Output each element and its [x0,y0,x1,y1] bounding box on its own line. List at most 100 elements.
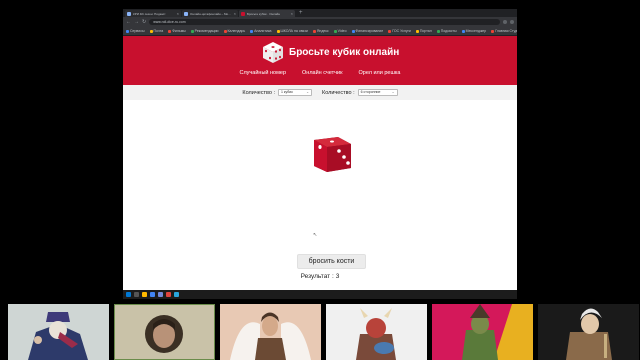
nav-link-random-number[interactable]: Случайный номер [240,70,287,76]
back-arrow-icon[interactable]: ← [126,19,131,25]
tab-title: КРИ 4th сезон: Подкаст [133,11,166,16]
bookmark-favicon-icon [168,29,172,33]
dice-sides-control: Количество : 6 сторонние ⌄ [322,89,398,96]
dice-count-select[interactable]: 1 кубик ⌄ [278,89,312,96]
bookmark-favicon-icon [333,29,337,33]
site-title: Бросьте кубик онлайн [289,46,400,58]
bookmark-item[interactable]: Фильмы [168,29,186,33]
bookmark-favicon-icon [223,29,227,33]
taskbar [123,290,517,299]
participant-avatar-2 [114,304,215,360]
bookmark-item[interactable]: Календарь [223,29,246,33]
bookmark-label: Календарь [227,29,246,33]
mouse-pointer-icon: ↖ [313,232,318,238]
bookmark-label: Яндекс [316,29,329,33]
dice-controls: Количество : 1 кубик ⌄ Количество : 6 ст… [123,85,517,100]
bookmark-favicon-icon [250,29,254,33]
tab-favicon-icon [127,11,131,16]
dice-count-value: 1 кубик [281,90,293,94]
bookmark-item[interactable]: Финансирование [351,29,383,33]
chrome-icon[interactable] [150,292,155,297]
bookmark-item[interactable]: Яндекс [312,29,329,33]
browser-tab-2[interactable]: Онлайн-цитафонлайн – Мо... × [182,10,238,17]
tab-close-icon[interactable]: × [177,11,179,16]
new-tab-button[interactable]: + [296,10,306,17]
die-icon [314,137,351,172]
bookmark-item[interactable]: Почта [149,29,164,33]
dice-logo-icon [263,42,283,63]
url-input[interactable]: www.roll-dice-ru.com [149,19,500,25]
bookmark-item[interactable]: ШКОЛА на связи [276,29,308,33]
participant-avatar-3 [220,304,321,360]
dice-count-label: Количество : [242,89,275,96]
bookmark-item[interactable]: Портал [415,29,432,33]
bookmark-label: Главная Студия [495,29,517,33]
site-header: Бросьте кубик онлайн Случайный номер Онл… [123,36,517,85]
dice-count-control: Количество : 1 кубик ⌄ [242,89,312,96]
avatar-portrait-icon [326,304,427,360]
tab-title: Онлайн-цитафонлайн – Мо... [190,11,231,16]
forward-arrow-icon[interactable]: → [134,19,139,25]
bookmark-favicon-icon [149,29,153,33]
nav-link-coin-flip[interactable]: Орел или решка [359,70,401,76]
bookmark-item[interactable]: Подкасты [436,29,457,33]
screen: КРИ 4th сезон: Подкаст × Онлайн-цитафонл… [0,0,640,360]
bookmark-label: Почта [153,29,164,33]
bookmark-item[interactable]: Video [333,29,347,33]
bookmark-label: Подкасты [440,29,457,33]
folder-icon[interactable] [142,292,147,297]
avatar-portrait-icon [220,304,321,360]
bookmark-favicon-icon [461,29,465,33]
participant-avatar-6 [538,304,640,360]
bookmark-item[interactable]: ГОС Услуги [388,29,411,33]
app-icon[interactable] [166,292,171,297]
browser-window: КРИ 4th сезон: Подкаст × Онлайн-цитафонл… [123,9,517,297]
dice[interactable] [311,134,353,176]
bookmark-label: Мессенджер [465,29,487,33]
bookmark-favicon-icon [436,29,440,33]
bookmark-favicon-icon [276,29,280,33]
tab-favicon-icon [184,11,188,16]
telegram-icon[interactable] [174,292,179,297]
dice-sides-value: 6 сторонние [360,90,381,94]
participant-avatar-5 [432,304,533,360]
bookmark-item[interactable]: Мессенджер [461,29,487,33]
dice-sides-select[interactable]: 6 сторонние ⌄ [357,89,398,96]
tab-close-icon[interactable]: × [291,11,293,16]
bookmark-item[interactable]: Рекомендации [190,29,219,33]
tab-title: Бросьте кубик · Онлайн [247,11,280,16]
result-label: Результат : [300,273,334,280]
browser-tab-3-active[interactable]: Бросьте кубик · Онлайн × [239,10,295,17]
site-brand[interactable]: Бросьте кубик онлайн [261,40,399,64]
bookmark-favicon-icon [126,29,129,33]
bookmark-favicon-icon [491,29,495,33]
bookmark-favicon-icon [388,29,392,33]
profile-icon[interactable] [510,20,514,24]
result-display: Результат :3 [123,273,517,280]
bookmark-item[interactable]: Аналитика [250,29,272,33]
bookmark-label: ГОС Услуги [392,29,411,33]
discord-icon[interactable] [158,292,163,297]
reload-icon[interactable]: ↻ [142,19,146,25]
dice-area: ↖ бросить кости Результат :3 [123,100,517,297]
roll-dice-button[interactable]: бросить кости [297,254,366,269]
avatar-portrait-icon [538,304,639,360]
chevron-down-icon: ⌄ [391,90,395,94]
address-bar: ← → ↻ www.roll-dice-ru.com [123,17,517,27]
bookmark-label: Портал [419,29,432,33]
bookmark-label: Video [337,29,347,33]
bookmark-item[interactable]: Главная Студия [491,29,517,33]
browser-tab-1[interactable]: КРИ 4th сезон: Подкаст × [125,10,181,17]
extension-icon[interactable] [503,20,507,24]
site-nav: Случайный номер Онлайн счетчик Орел или … [123,70,517,76]
start-icon[interactable] [126,292,131,297]
dice-sides-label: Количество : [322,89,355,96]
bookmark-favicon-icon [351,29,355,33]
tab-close-icon[interactable]: × [234,11,236,16]
participant-avatar-4 [326,304,427,360]
avatar-portrait-icon [432,304,533,360]
bookmark-item[interactable]: Сервисы [126,29,145,33]
search-icon[interactable] [134,292,139,297]
nav-link-online-counter[interactable]: Онлайн счетчик [302,70,343,76]
tab-favicon-icon [241,11,245,16]
